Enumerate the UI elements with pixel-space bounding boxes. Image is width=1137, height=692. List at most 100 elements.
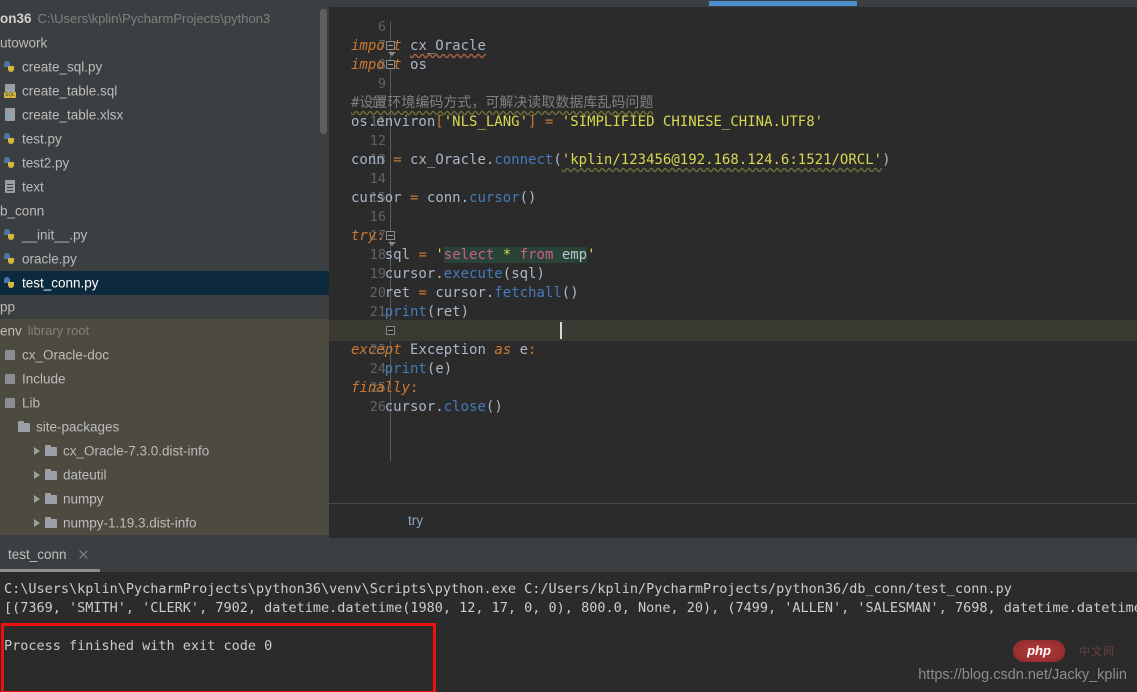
sidebar-item-b-conn[interactable]: b_conn: [0, 199, 329, 223]
expand-arrow-icon[interactable]: [32, 518, 42, 528]
console-line: Process finished with exit code 0: [4, 637, 272, 656]
project-header[interactable]: on36C:\Users\kplin\PycharmProjects\pytho…: [0, 7, 329, 31]
code-line[interactable]: ret = cursor.fetchall(): [351, 284, 579, 303]
sidebar-item-cx-oracle-doc[interactable]: cx_Oracle-doc: [0, 343, 329, 367]
project-name: on36: [0, 11, 32, 26]
sidebar-item-test-conn-py[interactable]: test_conn.py: [0, 271, 329, 295]
run-tab-label: test_conn: [8, 547, 67, 562]
sidebar-item-label: oracle.py: [22, 251, 77, 266]
sidebar-item-label: create_sql.py: [22, 59, 102, 74]
code-line[interactable]: cursor.close(): [351, 398, 503, 417]
breadcrumb[interactable]: try: [408, 513, 423, 528]
sidebar-item-label: env: [0, 323, 22, 338]
expand-arrow-icon[interactable]: [32, 446, 42, 456]
sidebar-item-dateutil[interactable]: dateutil: [0, 463, 329, 487]
sidebar-item-label: test_conn.py: [22, 275, 99, 290]
code-line[interactable]: cursor.execute(sql): [351, 265, 545, 284]
folder-icon: [45, 492, 58, 506]
line-number: 14: [370, 170, 386, 189]
sidebar-item-label: dateutil: [63, 467, 107, 482]
annotation-rectangle: [1, 623, 436, 692]
code-line[interactable]: #设置环境编码方式，可解决读取数据库乱码问题: [351, 94, 653, 113]
expand-arrow-icon[interactable]: [32, 470, 42, 480]
sidebar-item-init-py[interactable]: __init__.py: [0, 223, 329, 247]
sidebar-item-label: site-packages: [36, 419, 119, 434]
sidebar-item-label: test.py: [22, 131, 62, 146]
run-tabstrip: test_conn: [0, 538, 1137, 572]
xlsx-icon: [4, 108, 17, 122]
run-tool-window: test_conn C:\Users\kplin\PycharmProjects…: [0, 538, 1137, 692]
folder-icon: [45, 516, 58, 530]
sidebar-item-include[interactable]: Include: [0, 367, 329, 391]
module-icon: [4, 348, 17, 362]
sidebar-item-label: cx_Oracle-7.3.0.dist-info: [63, 443, 209, 458]
code-fold-marker-icon[interactable]: [386, 326, 395, 335]
project-vertical-scrollbar-thumb[interactable]: [320, 9, 327, 134]
sidebar-item-numpy[interactable]: numpy: [0, 487, 329, 511]
folder-icon: [18, 420, 31, 434]
console-line: C:\Users\kplin\PycharmProjects\python36\…: [4, 580, 1012, 599]
top-scrollbar[interactable]: [0, 0, 1137, 7]
sidebar-item-create-table-xlsx[interactable]: create_table.xlsx: [0, 103, 329, 127]
code-line[interactable]: import cx_Oracle: [351, 37, 486, 56]
code-fold-collapse-icon[interactable]: [386, 41, 395, 50]
sidebar-item-label: text: [22, 179, 44, 194]
code-line[interactable]: conn = cx_Oracle.connect('kplin/123456@1…: [351, 151, 891, 170]
code-line[interactable]: print(e): [351, 360, 452, 379]
code-line[interactable]: except Exception as e:: [351, 341, 536, 360]
sidebar-item-text[interactable]: text: [0, 175, 329, 199]
sidebar-item-site-packages[interactable]: site-packages: [0, 415, 329, 439]
python-icon: [4, 156, 17, 170]
code-line[interactable]: try:: [351, 227, 385, 246]
sidebar-item-lib[interactable]: Lib: [0, 391, 329, 415]
line-number: 12: [370, 132, 386, 151]
text-caret: [560, 322, 562, 339]
code-editor[interactable]: 67891011121314151617181920212223242526 i…: [329, 7, 1137, 503]
project-tool-window[interactable]: on36C:\Users\kplin\PycharmProjects\pytho…: [0, 7, 329, 538]
php-logo-icon: php: [1013, 640, 1065, 662]
sidebar-item-create-sql-py[interactable]: create_sql.py: [0, 55, 329, 79]
code-line[interactable]: finally:: [351, 379, 418, 398]
sidebar-item-utowork[interactable]: utowork: [0, 31, 329, 55]
python-icon: [4, 252, 17, 266]
folder-icon: [45, 468, 58, 482]
expand-arrow-icon[interactable]: [32, 494, 42, 504]
console-line: [(7369, 'SMITH', 'CLERK', 7902, datetime…: [4, 599, 1137, 618]
sidebar-item-label: numpy: [63, 491, 104, 506]
sidebar-item-pp[interactable]: pp: [0, 295, 329, 319]
horizontal-scrollbar-thumb[interactable]: [709, 1, 857, 6]
project-tree[interactable]: on36C:\Users\kplin\PycharmProjects\pytho…: [0, 7, 329, 535]
line-number: 16: [370, 208, 386, 227]
sidebar-item-numpy-1-19-3-dist-info[interactable]: numpy-1.19.3.dist-info: [0, 511, 329, 535]
python-icon: [4, 228, 17, 242]
watermark-url: https://blog.csdn.net/Jacky_kplin: [918, 667, 1127, 683]
line-number: 9: [378, 75, 386, 94]
sidebar-item-create-table-sql[interactable]: create_table.sql: [0, 79, 329, 103]
sidebar-item-label: b_conn: [0, 203, 44, 218]
code-fold-collapse-icon[interactable]: [386, 231, 395, 240]
code-line[interactable]: cursor = conn.cursor(): [351, 189, 536, 208]
sidebar-item-test-py[interactable]: test.py: [0, 127, 329, 151]
run-tab-test-conn[interactable]: test_conn: [0, 538, 103, 572]
project-path: C:\Users\kplin\PycharmProjects\python3: [32, 11, 271, 26]
sidebar-item-test2-py[interactable]: test2.py: [0, 151, 329, 175]
sidebar-item-label: test2.py: [22, 155, 69, 170]
folder-icon: [45, 444, 58, 458]
text-icon: [4, 180, 17, 194]
code-line[interactable]: sql = 'select * from emp': [351, 246, 596, 265]
pycharm-window: on36C:\Users\kplin\PycharmProjects\pytho…: [0, 0, 1137, 692]
python-icon: [4, 276, 17, 290]
module-icon: [4, 372, 17, 386]
sidebar-item-env[interactable]: envlibrary root: [0, 319, 329, 343]
code-line[interactable]: os.environ['NLS_LANG'] = 'SIMPLIFIED CHI…: [351, 113, 823, 132]
run-console-output[interactable]: C:\Users\kplin\PycharmProjects\python36\…: [0, 572, 1137, 692]
python-icon: [4, 60, 17, 74]
module-icon: [4, 396, 17, 410]
caret-line-highlight: [329, 320, 1137, 341]
sidebar-item-oracle-py[interactable]: oracle.py: [0, 247, 329, 271]
sidebar-item-cx-oracle-7-3-0-dist-info[interactable]: cx_Oracle-7.3.0.dist-info: [0, 439, 329, 463]
sidebar-item-label: pp: [0, 299, 15, 314]
close-icon[interactable]: [78, 549, 89, 560]
php-logo-subtitle: 中文网: [1079, 643, 1115, 659]
code-fold-marker-icon[interactable]: [386, 60, 395, 69]
